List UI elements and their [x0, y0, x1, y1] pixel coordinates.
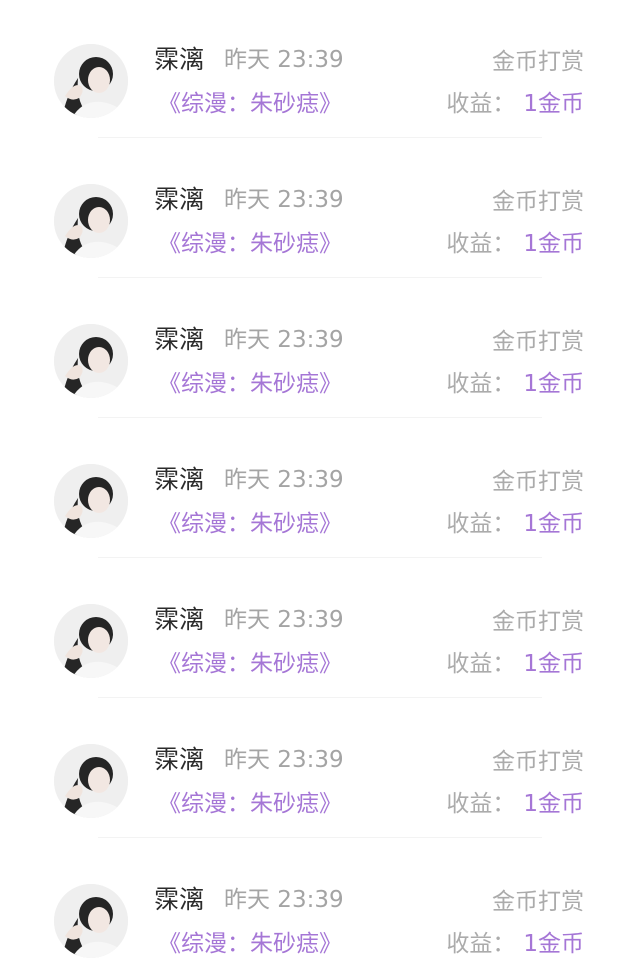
user-avatar-icon[interactable] — [54, 324, 128, 398]
earnings: 收益： 1金币 — [446, 508, 584, 540]
user-avatar-icon[interactable] — [54, 744, 128, 818]
notification-item[interactable]: 霂漓 昨天 23:39 金币打赏 《综漫：朱砂痣》 收益： 1金币 — [0, 140, 640, 280]
earnings-amount: 1金币 — [523, 791, 584, 817]
user-name[interactable]: 霂漓 — [154, 604, 204, 636]
timestamp: 昨天 23:39 — [224, 47, 344, 73]
notification-item[interactable]: 霂漓 昨天 23:39 金币打赏 《综漫：朱砂痣》 收益： 1金币 — [0, 0, 640, 140]
user-avatar-icon[interactable] — [54, 44, 128, 118]
earnings: 收益： 1金币 — [446, 228, 584, 260]
book-title-link[interactable]: 《综漫：朱砂痣》 — [158, 88, 342, 120]
timestamp: 昨天 23:39 — [224, 467, 344, 493]
earnings: 收益： 1金币 — [446, 368, 584, 400]
notification-item[interactable]: 霂漓 昨天 23:39 金币打赏 《综漫：朱砂痣》 收益： 1金币 — [0, 840, 640, 980]
book-title-link[interactable]: 《综漫：朱砂痣》 — [158, 928, 342, 960]
earnings-label: 收益： — [446, 651, 516, 677]
book-title-link[interactable]: 《综漫：朱砂痣》 — [158, 648, 342, 680]
book-title-link[interactable]: 《综漫：朱砂痣》 — [158, 508, 342, 540]
notification-item[interactable]: 霂漓 昨天 23:39 金币打赏 《综漫：朱砂痣》 收益： 1金币 — [0, 420, 640, 560]
user-name[interactable]: 霂漓 — [154, 324, 204, 356]
timestamp: 昨天 23:39 — [224, 187, 344, 213]
user-avatar-icon[interactable] — [54, 464, 128, 538]
divider — [98, 417, 542, 418]
notification-item[interactable]: 霂漓 昨天 23:39 金币打赏 《综漫：朱砂痣》 收益： 1金币 — [0, 560, 640, 700]
user-name[interactable]: 霂漓 — [154, 744, 204, 776]
book-title-link[interactable]: 《综漫：朱砂痣》 — [158, 368, 342, 400]
user-avatar-icon[interactable] — [54, 604, 128, 678]
book-title-link[interactable]: 《综漫：朱砂痣》 — [158, 788, 342, 820]
user-name[interactable]: 霂漓 — [154, 44, 204, 76]
earnings-amount: 1金币 — [523, 371, 584, 397]
divider — [98, 697, 542, 698]
reward-type: 金币打赏 — [492, 469, 584, 495]
earnings: 收益： 1金币 — [446, 788, 584, 820]
timestamp: 昨天 23:39 — [224, 327, 344, 353]
divider — [98, 137, 542, 138]
reward-type: 金币打赏 — [492, 609, 584, 635]
book-title-link[interactable]: 《综漫：朱砂痣》 — [158, 228, 342, 260]
earnings: 收益： 1金币 — [446, 928, 584, 960]
earnings-label: 收益： — [446, 231, 516, 257]
divider — [98, 557, 542, 558]
earnings-amount: 1金币 — [523, 511, 584, 537]
user-avatar-icon[interactable] — [54, 184, 128, 258]
earnings-label: 收益： — [446, 371, 516, 397]
divider — [98, 837, 542, 838]
earnings-amount: 1金币 — [523, 231, 584, 257]
user-avatar-icon[interactable] — [54, 884, 128, 958]
divider — [98, 277, 542, 278]
earnings: 收益： 1金币 — [446, 648, 584, 680]
earnings-amount: 1金币 — [523, 651, 584, 677]
reward-type: 金币打赏 — [492, 749, 584, 775]
notification-item[interactable]: 霂漓 昨天 23:39 金币打赏 《综漫：朱砂痣》 收益： 1金币 — [0, 700, 640, 840]
user-name[interactable]: 霂漓 — [154, 884, 204, 916]
earnings-label: 收益： — [446, 931, 516, 957]
earnings: 收益： 1金币 — [446, 88, 584, 120]
notification-item[interactable]: 霂漓 昨天 23:39 金币打赏 《综漫：朱砂痣》 收益： 1金币 — [0, 280, 640, 420]
earnings-label: 收益： — [446, 791, 516, 817]
reward-type: 金币打赏 — [492, 189, 584, 215]
reward-type: 金币打赏 — [492, 49, 584, 75]
reward-notification-list: 霂漓 昨天 23:39 金币打赏 《综漫：朱砂痣》 收益： 1金币 霂漓 昨天 2… — [0, 0, 640, 975]
reward-type: 金币打赏 — [492, 889, 584, 915]
user-name[interactable]: 霂漓 — [154, 464, 204, 496]
user-name[interactable]: 霂漓 — [154, 184, 204, 216]
timestamp: 昨天 23:39 — [224, 607, 344, 633]
earnings-amount: 1金币 — [523, 91, 584, 117]
reward-type: 金币打赏 — [492, 329, 584, 355]
timestamp: 昨天 23:39 — [224, 887, 344, 913]
earnings-amount: 1金币 — [523, 931, 584, 957]
earnings-label: 收益： — [446, 511, 516, 537]
timestamp: 昨天 23:39 — [224, 747, 344, 773]
earnings-label: 收益： — [446, 91, 516, 117]
